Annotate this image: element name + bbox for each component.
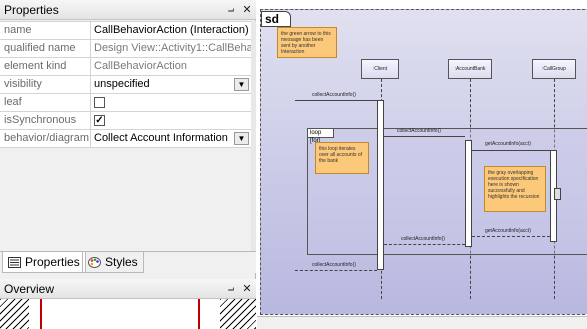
property-row-name[interactable]: name CallBehaviorAction (Interaction) bbox=[0, 22, 251, 40]
property-row-leaf[interactable]: leaf bbox=[0, 94, 251, 112]
overview-hatch-right bbox=[220, 299, 256, 329]
note-right[interactable]: the gray overlapping execution specifica… bbox=[484, 166, 546, 212]
overview-panel-title: Overview bbox=[4, 281, 55, 296]
properties-panel-title: Properties bbox=[4, 2, 59, 17]
tab-properties-label: Properties bbox=[25, 255, 80, 269]
property-label: isSynchronous bbox=[0, 112, 91, 129]
message-1[interactable] bbox=[295, 100, 377, 101]
note-top[interactable]: the green arrow to this message has been… bbox=[277, 27, 337, 58]
lifeline-head-client[interactable]: :Client bbox=[361, 59, 399, 79]
message-5-return[interactable] bbox=[384, 244, 465, 245]
panel-tab-strip: Properties Styles bbox=[0, 251, 256, 273]
property-label: visibility bbox=[0, 76, 91, 93]
overview-viewport-frame[interactable] bbox=[40, 299, 200, 329]
properties-table: name CallBehaviorAction (Interaction) qu… bbox=[0, 21, 251, 148]
property-row-element-kind[interactable]: element kind CallBehaviorAction bbox=[0, 58, 251, 76]
visibility-select[interactable]: unspecified ▼ bbox=[91, 76, 251, 93]
tab-styles[interactable]: Styles bbox=[82, 252, 144, 273]
activation-call-group-nested[interactable] bbox=[554, 188, 561, 200]
message-3-label: getAccountInfo(acct) bbox=[485, 141, 531, 147]
leaf-value bbox=[91, 94, 251, 111]
property-value-element-kind: CallBehaviorAction bbox=[94, 60, 187, 72]
properties-panel-header: Properties ⨼ ✕ bbox=[0, 0, 256, 20]
close-icon[interactable]: ✕ bbox=[240, 282, 254, 296]
styles-palette-icon bbox=[88, 256, 101, 268]
chevron-down-icon[interactable]: ▼ bbox=[234, 132, 249, 145]
message-2-label: collectAccountInfo() bbox=[397, 128, 441, 134]
message-4-return[interactable] bbox=[472, 236, 550, 237]
lifeline-head-account-bank[interactable]: :AccountBank bbox=[448, 59, 492, 79]
message-4-label: getAccountInfo(acct) bbox=[485, 228, 531, 234]
visibility-value: unspecified bbox=[94, 78, 150, 90]
properties-scrollbar[interactable] bbox=[251, 21, 256, 251]
properties-icon bbox=[8, 256, 21, 268]
leaf-checkbox[interactable] bbox=[94, 97, 105, 108]
property-value-name[interactable]: CallBehaviorAction (Interaction) bbox=[91, 22, 251, 39]
diagram-bottom-bar bbox=[257, 316, 587, 329]
activation-account-bank[interactable] bbox=[465, 140, 472, 247]
property-row-behavior-diagram[interactable]: behavior/diagram Collect Account Informa… bbox=[0, 130, 251, 148]
property-label: behavior/diagram bbox=[0, 130, 91, 147]
property-label: name bbox=[0, 22, 91, 39]
lifeline-head-call-group[interactable]: :CallGroup bbox=[532, 59, 576, 79]
message-6-label: collectAccountInfo() bbox=[312, 262, 356, 268]
is-synchronous-value: ✓ bbox=[91, 112, 251, 129]
property-row-is-synchronous[interactable]: isSynchronous ✓ bbox=[0, 112, 251, 130]
close-icon[interactable]: ✕ bbox=[240, 3, 254, 17]
is-synchronous-checkbox[interactable]: ✓ bbox=[94, 115, 105, 126]
property-label: element kind bbox=[0, 58, 91, 75]
activation-client[interactable] bbox=[377, 100, 384, 270]
diagram-canvas[interactable]: sd the green arrow to this message has b… bbox=[257, 0, 587, 329]
property-row-qualified-name[interactable]: qualified name Design View::Activity1::C… bbox=[0, 40, 251, 58]
property-row-visibility[interactable]: visibility unspecified ▼ bbox=[0, 76, 251, 94]
message-1-label: collectAccountInfo() bbox=[312, 92, 356, 98]
pin-icon[interactable]: ⨼ bbox=[224, 3, 238, 17]
message-6-return[interactable] bbox=[295, 270, 377, 271]
overview-hatch-left bbox=[0, 299, 29, 329]
chevron-down-icon[interactable]: ▼ bbox=[234, 78, 249, 91]
behavior-diagram-select[interactable]: Collect Account Information ▼ bbox=[91, 130, 251, 147]
message-2[interactable] bbox=[384, 136, 465, 137]
loop-fragment-label: loop [for] bbox=[308, 129, 334, 144]
message-5-label: collectAccountInfo() bbox=[401, 236, 445, 242]
property-label: leaf bbox=[0, 94, 91, 111]
property-label: qualified name bbox=[0, 40, 91, 57]
left-pane: Properties ⨼ ✕ name CallBehaviorAction (… bbox=[0, 0, 256, 329]
behavior-diagram-value: Collect Account Information bbox=[94, 132, 228, 144]
overview-panel-header: Overview ⨼ ✕ bbox=[0, 279, 256, 299]
tab-styles-label: Styles bbox=[105, 255, 138, 269]
note-loop[interactable]: this loop iterates over all accounts of … bbox=[315, 142, 369, 174]
tab-properties[interactable]: Properties bbox=[2, 252, 86, 273]
pin-icon[interactable]: ⨼ bbox=[224, 282, 238, 296]
overview-canvas[interactable] bbox=[0, 299, 256, 329]
message-3[interactable] bbox=[472, 150, 550, 151]
frame-label-sd: sd bbox=[261, 11, 291, 27]
property-value-qualified-name: Design View::Activity1::CallBeha bbox=[94, 42, 251, 54]
